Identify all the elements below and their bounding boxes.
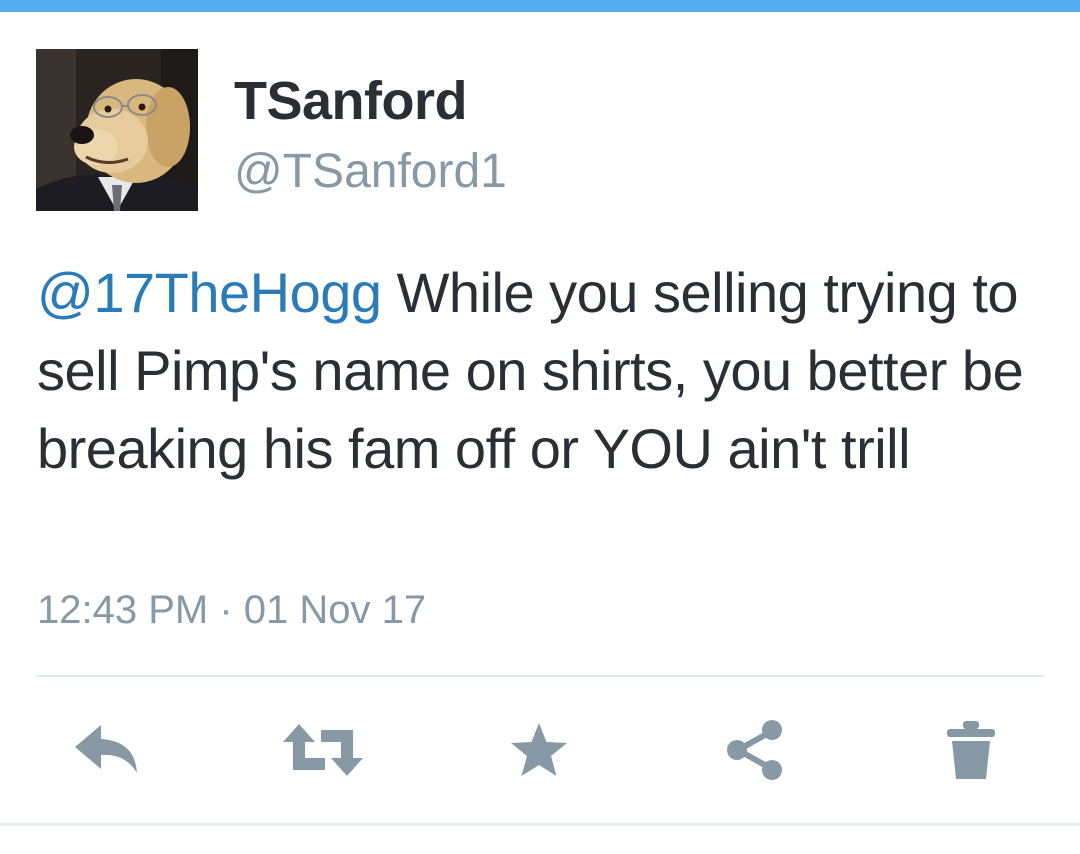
- display-name[interactable]: TSanford: [234, 70, 468, 132]
- favorite-star-icon: [511, 723, 567, 776]
- favorite-button[interactable]: [494, 705, 584, 795]
- delete-trash-icon: [947, 721, 995, 779]
- tweet-text: @17TheHogg While you selling trying to s…: [37, 254, 1047, 488]
- bottom-divider: [0, 823, 1080, 826]
- reply-icon: [75, 725, 137, 773]
- avatar[interactable]: [36, 49, 198, 211]
- retweet-button[interactable]: [278, 705, 368, 795]
- delete-button[interactable]: [926, 705, 1016, 795]
- tweet-timestamp: 12:43 PM · 01 Nov 17: [37, 588, 427, 632]
- divider: [36, 675, 1044, 677]
- share-icon: [727, 720, 782, 780]
- tweet-actions-bar: [0, 705, 1080, 795]
- mention-link[interactable]: @17TheHogg: [37, 261, 382, 324]
- top-accent-bar: [0, 0, 1080, 12]
- retweet-icon: [283, 724, 363, 776]
- user-handle[interactable]: @TSanford1: [234, 144, 507, 199]
- dog-avatar-image: [36, 49, 198, 211]
- share-button[interactable]: [710, 705, 800, 795]
- reply-button[interactable]: [63, 705, 153, 795]
